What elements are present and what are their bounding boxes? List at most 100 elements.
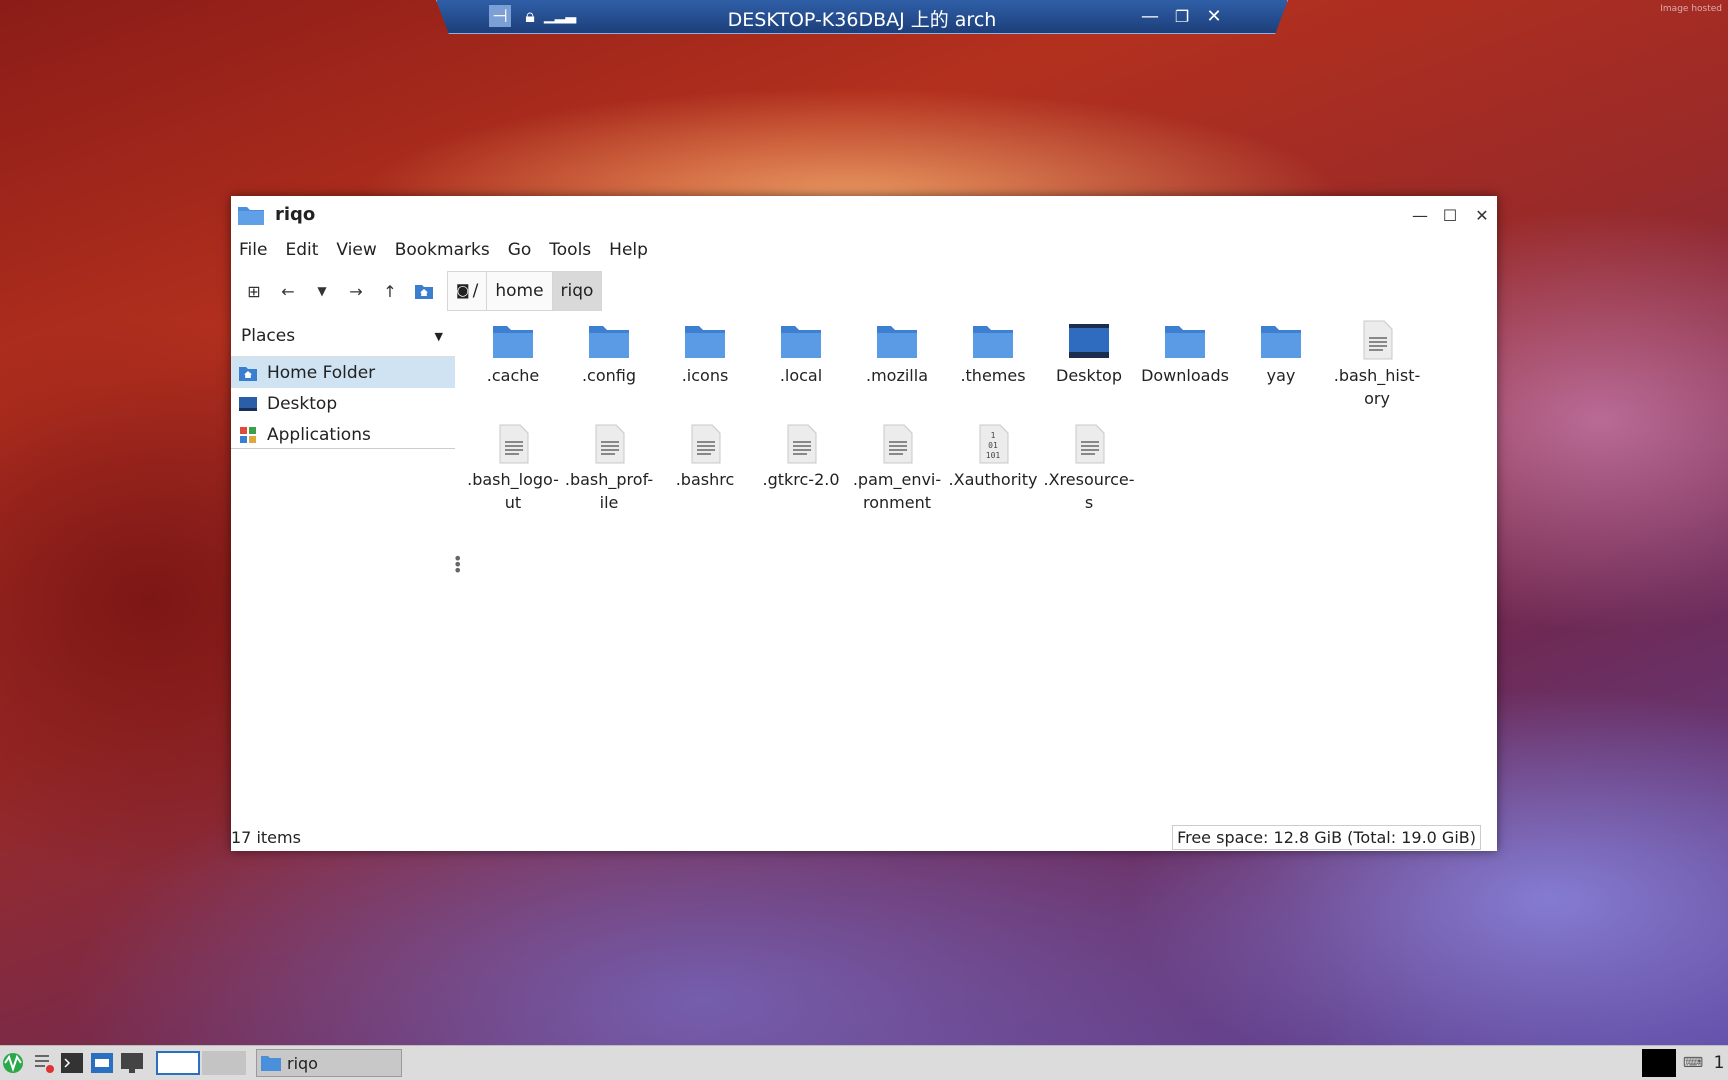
file-label: .pam_envi- ronment: [852, 470, 942, 512]
forward-icon[interactable]: →: [339, 274, 373, 308]
restore-icon[interactable]: ❐: [1171, 5, 1193, 27]
text-file-icon: [492, 424, 534, 464]
file-label: .themes: [960, 366, 1026, 385]
file-item[interactable]: .pam_envi- ronment: [851, 424, 943, 514]
taskbar-window-riqo[interactable]: riqo: [256, 1049, 402, 1077]
file-label: .gtkrc-2.0: [762, 470, 840, 489]
file-item[interactable]: .bash_prof- ile: [563, 424, 655, 514]
home-icon[interactable]: [407, 274, 441, 308]
drive-icon: ◙: [456, 283, 470, 299]
text-file-icon: [1356, 320, 1398, 360]
menu-view[interactable]: View: [336, 240, 376, 260]
file-item[interactable]: 1 01 101 .Xauthority: [947, 424, 1039, 491]
file-label: .Xresource- s: [1043, 470, 1135, 512]
file-label: .mozilla: [866, 366, 928, 385]
file-label: Desktop: [1056, 366, 1122, 385]
task-manager-icon[interactable]: [32, 1051, 56, 1075]
menu-file[interactable]: File: [239, 240, 267, 260]
app-menu-icon[interactable]: [2, 1051, 24, 1075]
file-item[interactable]: .config: [563, 320, 655, 387]
file-label: .bashrc: [675, 470, 735, 489]
file-label: .local: [779, 366, 823, 385]
sidebar-item-home-folder[interactable]: Home Folder: [231, 357, 455, 388]
terminal-icon[interactable]: [60, 1051, 84, 1075]
desktop-folder-icon: [1068, 320, 1110, 360]
folder-icon: [1164, 320, 1206, 360]
file-item[interactable]: yay: [1235, 320, 1327, 387]
new-tab-icon[interactable]: ⊞: [237, 274, 271, 308]
sidebar-item-applications[interactable]: Applications: [231, 419, 455, 450]
status-bar: 17 items Free space: 12.8 GiB (Total: 19…: [231, 825, 1497, 851]
file-item[interactable]: .bash_logo- ut: [467, 424, 559, 514]
maximize-button[interactable]: ☐: [1437, 202, 1463, 228]
breadcrumb: ◙ / home riqo: [447, 271, 603, 311]
file-item[interactable]: Desktop: [1043, 320, 1135, 387]
breadcrumb-riqo[interactable]: riqo: [551, 271, 603, 311]
svg-text:101: 101: [986, 451, 1001, 460]
workspace-2[interactable]: [202, 1051, 246, 1075]
file-label: Downloads: [1141, 366, 1229, 385]
file-item[interactable]: .icons: [659, 320, 751, 387]
file-item[interactable]: .bashrc: [659, 424, 751, 491]
folder-icon: [1260, 320, 1302, 360]
folder-icon: [684, 320, 726, 360]
file-item[interactable]: Downloads: [1139, 320, 1231, 387]
folder-icon: [780, 320, 822, 360]
file-item[interactable]: .local: [755, 320, 847, 387]
close-button[interactable]: ✕: [1469, 202, 1495, 228]
menu-tools[interactable]: Tools: [549, 240, 591, 260]
window-titlebar[interactable]: riqo — ☐ ✕: [231, 196, 1497, 234]
sidebar-item-desktop[interactable]: Desktop: [231, 388, 455, 419]
file-item[interactable]: .gtkrc-2.0: [755, 424, 847, 491]
file-item[interactable]: .bash_hist- ory: [1331, 320, 1423, 410]
display-icon[interactable]: [120, 1051, 144, 1075]
clock[interactable]: 1: [1710, 1051, 1728, 1075]
content-area: Places ▼ Home Folder Desktop Application…: [231, 316, 1497, 825]
file-item[interactable]: .themes: [947, 320, 1039, 387]
breadcrumb-home[interactable]: home: [486, 271, 552, 311]
chevron-down-icon[interactable]: ▼: [435, 330, 443, 343]
menu-bar: File Edit View Bookmarks Go Tools Help: [231, 234, 1497, 266]
text-file-icon: [588, 424, 630, 464]
applications-icon: [240, 426, 256, 443]
menu-edit[interactable]: Edit: [285, 240, 318, 260]
window-title: riqo: [275, 204, 316, 225]
file-item[interactable]: .Xresource- s: [1043, 424, 1135, 514]
file-label: .cache: [486, 366, 540, 385]
file-label: .config: [581, 366, 637, 385]
folder-icon: [261, 1056, 281, 1071]
workspace-1[interactable]: [156, 1051, 200, 1075]
text-file-icon: [876, 424, 918, 464]
pane-resize-handle[interactable]: • • •: [453, 551, 462, 579]
back-icon[interactable]: ←: [271, 274, 305, 308]
close-icon[interactable]: ✕: [1203, 5, 1225, 27]
menu-help[interactable]: Help: [609, 240, 648, 260]
text-file-icon: [1068, 424, 1110, 464]
keyboard-icon[interactable]: ⌨: [1682, 1051, 1704, 1075]
file-item[interactable]: .mozilla: [851, 320, 943, 387]
folder-icon: [876, 320, 918, 360]
file-label: .Xauthority: [948, 470, 1038, 489]
desktop-icon: [239, 396, 257, 411]
folder-icon: [972, 320, 1014, 360]
free-space: Free space: 12.8 GiB (Total: 19.0 GiB): [1172, 825, 1481, 850]
places-header[interactable]: Places ▼: [231, 316, 455, 357]
minimize-button[interactable]: —: [1407, 202, 1433, 228]
up-icon[interactable]: ↑: [373, 274, 407, 308]
minimize-icon[interactable]: —: [1139, 5, 1161, 27]
sidebar: Places ▼ Home Folder Desktop Application…: [231, 316, 455, 825]
breadcrumb-root[interactable]: ◙ /: [447, 271, 487, 311]
file-manager-icon[interactable]: [90, 1051, 114, 1075]
binary-file-icon: 1 01 101: [972, 424, 1014, 464]
file-label: .icons: [681, 366, 729, 385]
file-item[interactable]: .cache: [467, 320, 559, 387]
menu-bookmarks[interactable]: Bookmarks: [395, 240, 490, 260]
rdp-connection-bar: ⊣ 🔒︎ ▁▂▃ DESKTOP-K36DBAJ 上的 arch — ❐ ✕: [436, 0, 1288, 34]
file-label: .bash_hist- ory: [1333, 366, 1421, 408]
file-manager-window: riqo — ☐ ✕ File Edit View Bookmarks Go T…: [231, 196, 1497, 851]
home-folder-icon: [239, 366, 257, 381]
history-dropdown-icon[interactable]: ▼: [305, 274, 339, 308]
sidebar-divider: [231, 448, 455, 449]
menu-go[interactable]: Go: [508, 240, 532, 260]
monitor-widget[interactable]: [1642, 1049, 1676, 1077]
